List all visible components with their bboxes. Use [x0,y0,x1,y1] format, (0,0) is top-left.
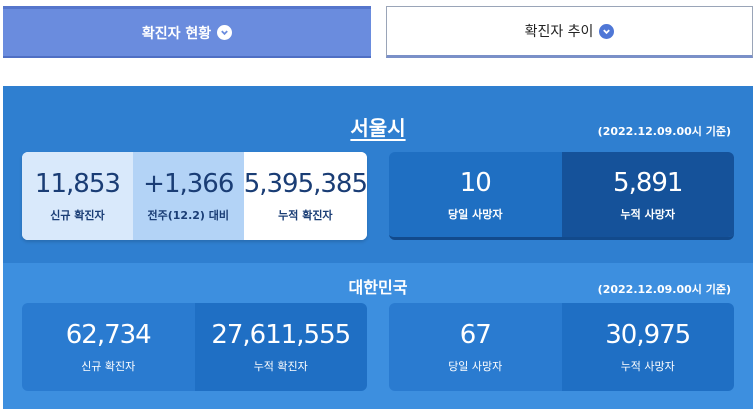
tab-label: 확진자 현황 [141,25,212,42]
stat-value: 62,734 [65,320,152,350]
stat-daily-deaths: 10 당일 사망자 [389,152,562,237]
seoul-panel: 서울시 (2022.12.09.00시 기준) 11,853 신규 확진자 +1… [3,86,753,263]
korea-deaths-card: 67 당일 사망자 30,975 누적 사망자 [389,303,734,391]
stat-label: 당일 사망자 [448,360,503,373]
seoul-deaths-card: 10 당일 사망자 5,891 누적 사망자 [389,152,734,240]
stat-label: 누적 확진자 [278,209,333,222]
reference-date: (2022.12.09.00시 기준) [597,283,731,296]
stat-value: +1,366 [143,169,234,199]
stat-value: 67 [459,320,492,350]
tab-label: 확진자 추이 [524,24,594,40]
stat-value: 30,975 [605,320,691,350]
stat-label: 누적 확진자 [253,360,308,373]
tab-bar: 확진자 현황 확진자 추이 [0,0,753,60]
stat-weekly-change: +1,366 전주(12.2) 대비 [132,152,244,240]
stat-label: 신규 확진자 [50,209,105,222]
chevron-down-icon [599,23,615,39]
korea-panel: 대한민국 (2022.12.09.00시 기준) 62,734 신규 확진자 2… [3,263,753,409]
stat-value: 27,611,555 [211,320,351,350]
stat-label: 신규 확진자 [81,360,136,373]
korea-cases-card: 62,734 신규 확진자 27,611,555 누적 확진자 [22,303,367,391]
tab-confirmed-status[interactable]: 확진자 현황 [3,6,371,58]
stat-label: 당일 사망자 [448,207,503,221]
seoul-cases-card: 11,853 신규 확진자 +1,366 전주(12.2) 대비 5,395,3… [22,152,367,240]
stat-label: 누적 사망자 [620,207,675,221]
stat-value: 11,853 [34,169,121,199]
stat-total-cases: 27,611,555 누적 확진자 [194,303,367,391]
reference-date: (2022.12.09.00시 기준) [597,125,731,138]
chevron-down-icon [217,25,233,40]
stat-label: 전주(12.2) 대비 [147,209,230,222]
stat-new-cases: 11,853 신규 확진자 [22,152,133,240]
stat-daily-deaths: 67 당일 사망자 [389,303,562,391]
stat-total-deaths: 5,891 누적 사망자 [561,152,734,237]
stat-total-cases: 5,395,385 누적 확진자 [243,152,367,240]
stat-value: 10 [459,167,492,198]
stat-value: 5,891 [613,167,683,198]
stat-new-cases: 62,734 신규 확진자 [22,303,195,391]
tab-confirmed-trend[interactable]: 확진자 추이 [386,6,753,58]
stat-label: 누적 사망자 [620,360,675,373]
stat-value: 5,395,385 [243,169,367,199]
stat-total-deaths: 30,975 누적 사망자 [561,303,734,391]
